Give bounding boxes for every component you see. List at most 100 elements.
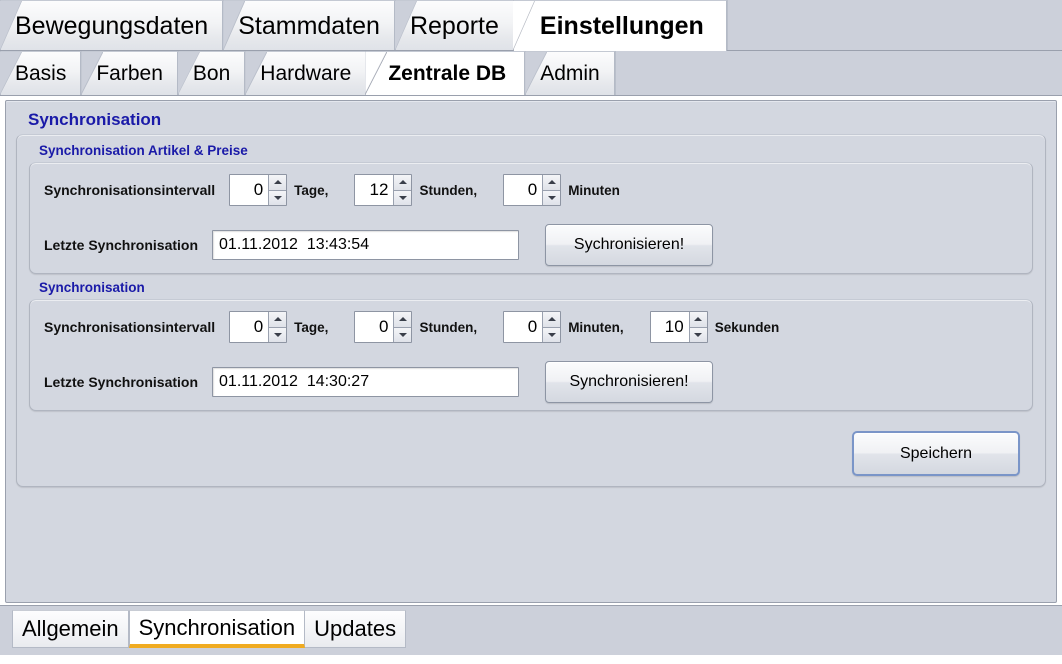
subtab-bon[interactable]: Bon bbox=[177, 51, 246, 95]
bottom-tab-updates[interactable]: Updates bbox=[305, 610, 407, 648]
sub-tabstrip: Basis Farben Bon Hardware Zentrale DB Ad… bbox=[0, 51, 1062, 96]
subtab-basis[interactable]: Basis bbox=[0, 51, 82, 95]
tab-label: Bewegungsdaten bbox=[15, 11, 209, 40]
spinner-value: 12 bbox=[355, 175, 394, 205]
spinner-buttons bbox=[542, 175, 561, 205]
spinner-value: 0 bbox=[504, 312, 543, 342]
spinner-up-icon[interactable] bbox=[394, 175, 412, 190]
interval-label: Synchronisationsintervall bbox=[44, 182, 216, 198]
unit-tage: Tage, bbox=[294, 319, 329, 335]
bottom-tabstrip: Allgemein Synchronisation Updates bbox=[0, 605, 1062, 655]
spinner-up-icon[interactable] bbox=[689, 312, 707, 327]
spinner-down-icon[interactable] bbox=[394, 326, 412, 342]
spinner-up-icon[interactable] bbox=[543, 175, 561, 190]
bottom-tab-label: Allgemein bbox=[22, 616, 119, 641]
lastsync-input-sync[interactable]: 01.11.2012 14:30:27 bbox=[212, 367, 520, 397]
spinner-buttons bbox=[268, 312, 287, 342]
subtab-label: Basis bbox=[15, 61, 67, 85]
spinner-down-icon[interactable] bbox=[543, 326, 561, 342]
spinner-up-icon[interactable] bbox=[269, 175, 287, 190]
spinner-value: 0 bbox=[230, 175, 269, 205]
spinner-value: 0 bbox=[504, 175, 543, 205]
spinner-down-icon[interactable] bbox=[394, 189, 412, 205]
spinner-down-icon[interactable] bbox=[269, 189, 287, 205]
spinner-tage-artikel[interactable]: 0 bbox=[229, 174, 288, 206]
unit-tage: Tage, bbox=[294, 182, 329, 198]
tab-bewegungsdaten[interactable]: Bewegungsdaten bbox=[0, 0, 224, 51]
tab-einstellungen[interactable]: Einstellungen bbox=[512, 0, 727, 51]
sync-button-sync[interactable]: Synchronisieren! bbox=[545, 361, 714, 403]
subtab-zentrale-db[interactable]: Zentrale DB bbox=[365, 51, 526, 95]
sync-button-artikel[interactable]: Sychronisieren! bbox=[545, 224, 714, 266]
lastsync-label: Letzte Synchronisation bbox=[44, 374, 199, 390]
save-row: Speichern bbox=[29, 417, 1033, 476]
tab-reporte[interactable]: Reporte bbox=[394, 0, 514, 51]
subtab-label: Bon bbox=[192, 61, 231, 85]
main-tabstrip: Bewegungsdaten Stammdaten Reporte Einste… bbox=[0, 0, 1062, 51]
subtab-hardware[interactable]: Hardware bbox=[245, 51, 367, 95]
application-window: Bewegungsdaten Stammdaten Reporte Einste… bbox=[0, 0, 1062, 664]
bottom-tabstrip-filler bbox=[406, 610, 1062, 655]
spinner-up-icon[interactable] bbox=[269, 312, 287, 327]
tabstrip-filler bbox=[726, 0, 1062, 51]
subtab-label: Zentrale DB bbox=[388, 61, 507, 85]
subtab-label: Farben bbox=[96, 61, 163, 85]
subtabstrip-filler bbox=[614, 51, 1062, 95]
save-button[interactable]: Speichern bbox=[852, 431, 1020, 476]
bottom-tab-label: Updates bbox=[314, 616, 397, 641]
bottom-tab-label: Synchronisation bbox=[138, 614, 296, 640]
spinner-buttons bbox=[688, 312, 707, 342]
subtab-farben[interactable]: Farben bbox=[81, 51, 178, 95]
spinner-up-icon[interactable] bbox=[543, 312, 561, 327]
interval-label: Synchronisationsintervall bbox=[44, 319, 216, 335]
lastsync-label: Letzte Synchronisation bbox=[44, 237, 199, 253]
spinner-down-icon[interactable] bbox=[269, 326, 287, 342]
spinner-buttons bbox=[268, 175, 287, 205]
spinner-up-icon[interactable] bbox=[394, 312, 412, 327]
spinner-buttons bbox=[542, 312, 561, 342]
spinner-value: 0 bbox=[355, 312, 394, 342]
tab-label: Stammdaten bbox=[238, 11, 380, 40]
spinner-down-icon[interactable] bbox=[543, 189, 561, 205]
group-title-artikel-preise: Synchronisation Artikel & Preise bbox=[39, 143, 248, 158]
groupbox-inner: Synchronisation Artikel & Preise Synchro… bbox=[17, 135, 1045, 486]
page-title: Synchronisation bbox=[28, 110, 162, 129]
subtab-admin[interactable]: Admin bbox=[525, 51, 615, 95]
spinner-minuten-sync[interactable]: 0 bbox=[503, 311, 562, 343]
spinner-stunden-sync[interactable]: 0 bbox=[354, 311, 413, 343]
bottom-tab-synchronisation[interactable]: Synchronisation bbox=[128, 610, 306, 648]
spinner-minuten-artikel[interactable]: 0 bbox=[503, 174, 562, 206]
unit-sekunden: Sekunden bbox=[714, 319, 780, 335]
group-title-synchronisation: Synchronisation bbox=[39, 280, 145, 295]
group-artikel-preise: Synchronisationsintervall 0 Tage, 12 Stu… bbox=[29, 162, 1033, 274]
unit-minuten: Minuten, bbox=[568, 319, 624, 335]
spinner-tage-sync[interactable]: 0 bbox=[229, 311, 288, 343]
bottom-tab-allgemein[interactable]: Allgemein bbox=[12, 610, 129, 648]
subtab-label: Hardware bbox=[260, 61, 352, 85]
interval-row-sync: Synchronisationsintervall 0 Tage, 0 Stun… bbox=[30, 300, 1032, 354]
tab-corner-cut-icon bbox=[365, 52, 388, 95]
tab-stammdaten[interactable]: Stammdaten bbox=[223, 0, 395, 51]
lastsync-row-artikel: Letzte Synchronisation 01.11.2012 13:43:… bbox=[30, 217, 1032, 273]
unit-stunden: Stunden, bbox=[419, 319, 478, 335]
spinner-down-icon[interactable] bbox=[689, 326, 707, 342]
spinner-sekunden-sync[interactable]: 10 bbox=[649, 311, 708, 343]
interval-row-artikel: Synchronisationsintervall 0 Tage, 12 Stu… bbox=[30, 163, 1032, 217]
spinner-value: 10 bbox=[650, 312, 689, 342]
tab-label: Reporte bbox=[409, 11, 499, 40]
content-area: Synchronisation Synchronisation Artikel … bbox=[0, 96, 1062, 605]
unit-stunden: Stunden, bbox=[419, 182, 478, 198]
tab-corner-cut-icon bbox=[512, 1, 535, 51]
tab-label: Einstellungen bbox=[539, 11, 704, 40]
spinner-buttons bbox=[393, 312, 412, 342]
subtab-label: Admin bbox=[540, 61, 600, 85]
lastsync-input-artikel[interactable]: 01.11.2012 13:43:54 bbox=[212, 230, 520, 260]
synchronisation-panel: Synchronisation Synchronisation Artikel … bbox=[5, 100, 1057, 603]
spinner-stunden-artikel[interactable]: 12 bbox=[354, 174, 413, 206]
synchronisation-groupbox: Synchronisation Artikel & Preise Synchro… bbox=[16, 134, 1046, 487]
unit-minuten: Minuten bbox=[568, 182, 620, 198]
group-synchronisation: Synchronisationsintervall 0 Tage, 0 Stun… bbox=[29, 299, 1033, 411]
spinner-value: 0 bbox=[230, 312, 269, 342]
spinner-buttons bbox=[393, 175, 412, 205]
lastsync-row-sync: Letzte Synchronisation 01.11.2012 14:30:… bbox=[30, 354, 1032, 410]
